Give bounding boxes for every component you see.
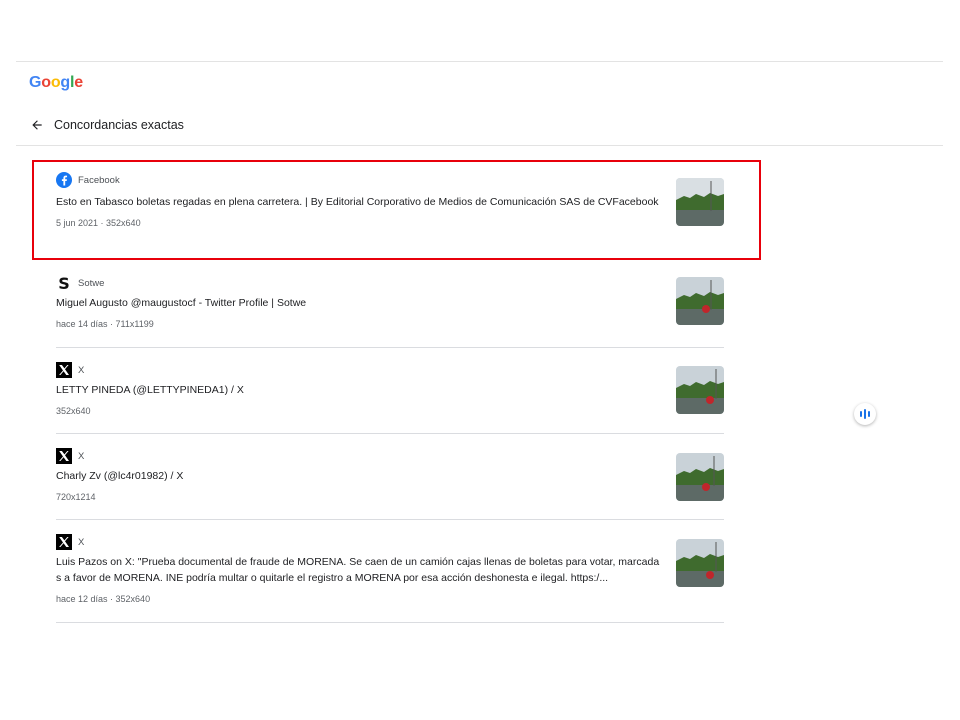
source-name: X <box>78 364 85 376</box>
result-meta: 352x640 <box>56 406 91 416</box>
voice-bars-icon[interactable] <box>854 403 876 425</box>
google-logo[interactable]: Google <box>29 74 83 92</box>
header-divider <box>16 145 943 146</box>
result-source: S Sotwe <box>56 275 724 291</box>
result-meta: hace 12 días · 352x640 <box>56 594 151 604</box>
result-title[interactable]: Esto en Tabasco boletas regadas en plena… <box>56 194 662 210</box>
result-title[interactable]: Miguel Augusto @maugustocf - Twitter Pro… <box>56 295 662 311</box>
logo-letter: o <box>41 74 51 91</box>
result-source: X <box>56 362 724 378</box>
result-title[interactable]: LETTY PINEDA (@LETTYPINEDA1) / X <box>56 382 662 398</box>
result-source: Facebook <box>56 172 724 188</box>
result-meta: 5 jun 2021 · 352x640 <box>56 218 141 228</box>
x-icon <box>56 362 72 378</box>
result-item[interactable]: X Luis Pazos on X: "Prueba documental de… <box>56 520 724 623</box>
result-source: X <box>56 534 724 550</box>
logo-letter: G <box>29 74 42 91</box>
page-title: Concordancias exactas <box>54 118 184 132</box>
result-item[interactable]: Facebook Esto en Tabasco boletas regadas… <box>56 163 724 261</box>
result-thumbnail[interactable] <box>676 277 724 325</box>
svg-text:S: S <box>58 275 70 291</box>
result-thumbnail[interactable] <box>676 178 724 226</box>
result-meta: 720x1214 <box>56 492 96 502</box>
logo-letter: e <box>74 74 83 91</box>
x-icon <box>56 534 72 550</box>
sotwe-icon: S <box>56 275 72 291</box>
page-header: Concordancias exactas <box>29 115 184 135</box>
result-thumbnail[interactable] <box>676 453 724 501</box>
arrow-left-icon[interactable] <box>29 117 45 133</box>
result-thumbnail[interactable] <box>676 539 724 587</box>
facebook-icon <box>56 172 72 188</box>
top-divider <box>16 61 943 62</box>
source-name: Sotwe <box>78 277 105 289</box>
result-title[interactable]: Charly Zv (@lc4r01982) / X <box>56 468 662 484</box>
source-name: X <box>78 450 85 462</box>
result-source: X <box>56 448 724 464</box>
results-list: Facebook Esto en Tabasco boletas regadas… <box>56 163 724 623</box>
source-name: X <box>78 536 85 548</box>
result-thumbnail[interactable] <box>676 366 724 414</box>
result-item[interactable]: S Sotwe Miguel Augusto @maugustocf - Twi… <box>56 261 724 348</box>
result-meta: hace 14 días · 711x1199 <box>56 319 154 329</box>
logo-letter: o <box>50 74 61 91</box>
source-name: Facebook <box>78 174 120 186</box>
logo-letter: g <box>60 74 70 91</box>
result-item[interactable]: X LETTY PINEDA (@LETTYPINEDA1) / X 352x6… <box>56 348 724 434</box>
result-item[interactable]: X Charly Zv (@lc4r01982) / X 720x1214 <box>56 434 724 520</box>
result-title[interactable]: Luis Pazos on X: "Prueba documental de f… <box>56 554 662 586</box>
x-icon <box>56 448 72 464</box>
